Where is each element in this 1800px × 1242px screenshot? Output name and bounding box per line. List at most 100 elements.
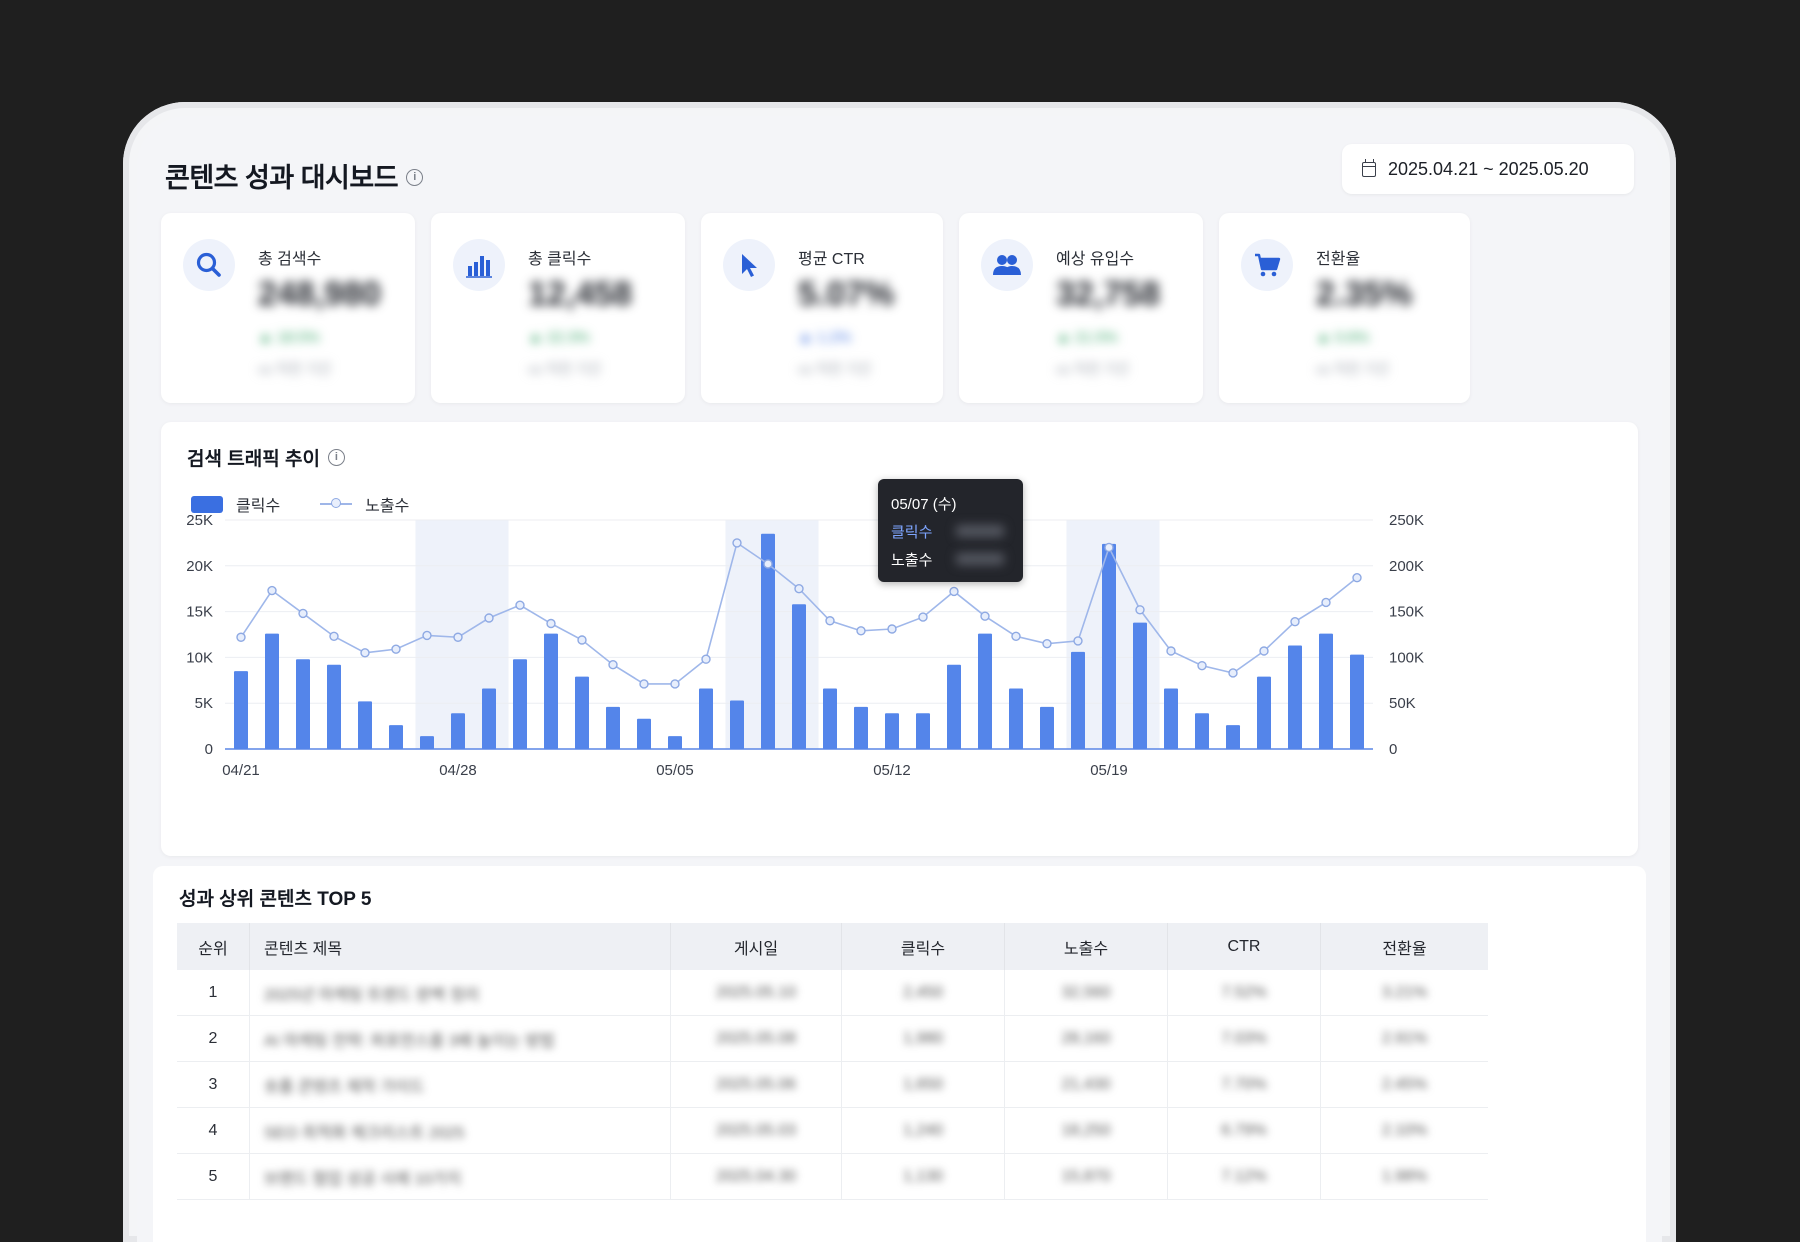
col-title[interactable]: 콘텐츠 제목 bbox=[249, 923, 671, 970]
table-title: 성과 상위 콘텐츠 TOP 5 bbox=[179, 889, 372, 910]
blurred-value: SEO 최적화 체크리스트 2025 bbox=[264, 1124, 465, 1142]
calendar-icon bbox=[1362, 158, 1376, 177]
kpi-card-searches[interactable]: 총 검색수 248,980 ▲ 18.5% vs 직전 기간 bbox=[161, 213, 415, 403]
col-date[interactable]: 게시일 bbox=[670, 923, 842, 970]
kpi-cards: 총 검색수 248,980 ▲ 18.5% vs 직전 기간 총 클릭수 12,… bbox=[161, 213, 1638, 403]
bar bbox=[978, 633, 992, 749]
bar bbox=[265, 633, 279, 749]
bar bbox=[947, 664, 961, 749]
line-point bbox=[1073, 636, 1083, 646]
y-tick-left: 10K bbox=[186, 649, 213, 666]
bar bbox=[854, 706, 868, 749]
line-point bbox=[1166, 646, 1176, 656]
line-point bbox=[763, 559, 773, 569]
kpi-sub: vs 직전 기간 bbox=[258, 361, 332, 377]
conversion-cell: 3.21% bbox=[1320, 970, 1488, 1016]
clicks-cell: 2,450 bbox=[841, 970, 1005, 1016]
date-cell: 2025.05.08 bbox=[670, 1015, 842, 1062]
ctr-cell: 7.70% bbox=[1167, 1061, 1321, 1108]
title-cell: SEO 최적화 체크리스트 2025 bbox=[249, 1107, 671, 1154]
conversion-cell: 2.45% bbox=[1320, 1061, 1488, 1108]
kpi-delta: ▲ 18.5% bbox=[258, 329, 320, 346]
kpi-label: 평균 CTR bbox=[798, 251, 865, 268]
info-icon[interactable]: i bbox=[406, 169, 424, 187]
line-point bbox=[794, 583, 804, 594]
line-point bbox=[236, 632, 246, 642]
line-point bbox=[1352, 573, 1362, 583]
blurred-value: 6.79% bbox=[1221, 1121, 1267, 1139]
y-tick-left: 5K bbox=[195, 695, 213, 712]
table-row[interactable]: 1 2025년 마케팅 트렌드 완벽 정리 2025.05.10 2,450 32,56… bbox=[177, 970, 1488, 1016]
kpi-label: 예상 유입수 bbox=[1056, 251, 1135, 268]
bar bbox=[792, 604, 806, 749]
bar bbox=[730, 700, 744, 749]
line-point bbox=[1042, 638, 1052, 649]
x-tick: 05/12 bbox=[873, 762, 911, 779]
blurred-value: 2.10% bbox=[1381, 1121, 1428, 1139]
line-point bbox=[701, 654, 711, 664]
bar bbox=[1350, 654, 1364, 749]
top-content-section: 성과 상위 콘텐츠 TOP 5 순위 콘텐츠 제목 게시일 클릭수 노출수 CT… bbox=[153, 866, 1646, 1242]
users-icon bbox=[981, 239, 1033, 291]
impressions-cell: 28,160 bbox=[1004, 1015, 1168, 1062]
x-tick: 05/19 bbox=[1090, 762, 1128, 779]
blurred-value: 7.52% bbox=[1221, 983, 1267, 1001]
bar bbox=[1009, 688, 1023, 749]
ctr-cell: 7.03% bbox=[1167, 1015, 1321, 1062]
bar bbox=[699, 688, 713, 749]
kpi-card-clicks[interactable]: 총 클릭수 12,458 ▲ 22.3% vs 직전 기간 bbox=[431, 213, 685, 403]
bar bbox=[575, 676, 589, 749]
date-cell: 2025.05.10 bbox=[670, 970, 842, 1016]
ctr-cell: 7.52% bbox=[1167, 970, 1321, 1016]
x-tick: 04/21 bbox=[222, 762, 260, 779]
line-point bbox=[1197, 660, 1207, 671]
page-header: 콘텐츠 성과 대시보드 i 2025.04.21 ~ 2025.05.20 bbox=[165, 144, 1634, 198]
kpi-sub: vs 직전 기간 bbox=[798, 361, 872, 377]
kpi-card-inflow[interactable]: 예상 유입수 32,758 ▲ 21.5% vs 직전 기간 bbox=[959, 213, 1203, 403]
traffic-chart[interactable]: 25K 20K 15K 10K 5K 0 250K 200K 150K 100K 50K 0 04/21… bbox=[161, 422, 1470, 856]
bar bbox=[389, 725, 403, 749]
blurred-value: 2.45% bbox=[1381, 1075, 1428, 1093]
y-tick-right: 50K bbox=[1389, 695, 1416, 712]
table-row[interactable]: 5 브랜드 협업 성공 사례 10가지 2025.04.30 1,130 15,870 7… bbox=[177, 1153, 1488, 1200]
blurred-value: 2025.05.06 bbox=[715, 1075, 797, 1093]
line-point bbox=[1011, 631, 1021, 642]
clicks-cell: 1,130 bbox=[841, 1153, 1005, 1200]
col-conversion[interactable]: 전환율 bbox=[1320, 923, 1488, 970]
y-tick-left: 15K bbox=[186, 604, 213, 621]
col-clicks[interactable]: 클릭수 bbox=[841, 923, 1005, 970]
clicks-cell: 1,240 bbox=[841, 1107, 1005, 1154]
blurred-value: 2025년 마케팅 트렌드 완벽 정리 bbox=[264, 986, 480, 1004]
kpi-card-ctr[interactable]: 평균 CTR 5.07% ▲ 1.2% vs 직전 기간 bbox=[701, 213, 943, 403]
line-point bbox=[391, 644, 401, 654]
line-point bbox=[856, 626, 866, 636]
kpi-delta: ▲ 22.3% bbox=[528, 329, 590, 346]
tooltip-clicks-value bbox=[956, 525, 1004, 537]
date-cell: 2025.05.06 bbox=[670, 1061, 842, 1108]
blurred-value: 1,980 bbox=[902, 1029, 944, 1047]
blurred-value: 15,870 bbox=[1061, 1167, 1111, 1185]
kpi-card-conversion[interactable]: 전환율 2.35% ▲ 0.6% vs 직전 기간 bbox=[1219, 213, 1470, 403]
col-rank[interactable]: 순위 bbox=[177, 923, 250, 970]
table-row[interactable]: 4 SEO 최적화 체크리스트 2025 2025.05.03 1,240 18,250… bbox=[177, 1107, 1488, 1154]
col-ctr[interactable]: CTR bbox=[1167, 923, 1321, 970]
blurred-value: 1,130 bbox=[902, 1167, 944, 1185]
tooltip-date: 05/07 (수) bbox=[891, 496, 957, 513]
bar bbox=[1133, 622, 1147, 749]
table-row[interactable]: 2 AI 마케팅 전략: 퍼포먼스를 3배 높이는 방법 2025.05.08 1,9… bbox=[177, 1015, 1488, 1062]
blurred-value: 2025.05.03 bbox=[715, 1121, 797, 1139]
bar bbox=[327, 664, 341, 749]
blurred-value: 7.12% bbox=[1221, 1167, 1267, 1185]
bar bbox=[1195, 713, 1209, 749]
col-impressions[interactable]: 노출수 bbox=[1004, 923, 1168, 970]
bar bbox=[637, 718, 651, 749]
bar bbox=[1257, 676, 1271, 749]
clicks-cell: 1,980 bbox=[841, 1015, 1005, 1062]
y-tick-right: 200K bbox=[1389, 558, 1424, 575]
line-point bbox=[546, 618, 556, 629]
table-row[interactable]: 3 숏폼 콘텐츠 제작 가이드 2025.05.06 1,650 21,430 7.70%… bbox=[177, 1061, 1488, 1108]
table-header-row: 순위 콘텐츠 제목 게시일 클릭수 노출수 CTR 전환율 bbox=[177, 923, 1488, 970]
date-range-picker[interactable]: 2025.04.21 ~ 2025.05.20 bbox=[1342, 144, 1634, 194]
y-tick-left: 20K bbox=[186, 558, 213, 575]
bar bbox=[1164, 688, 1178, 749]
